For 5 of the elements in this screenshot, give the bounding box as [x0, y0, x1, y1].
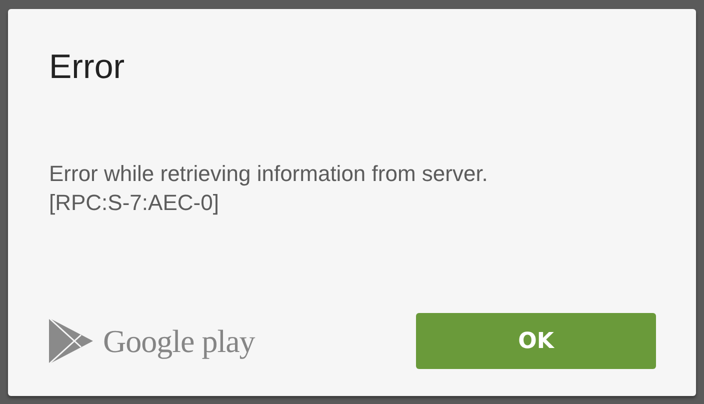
dialog-title: Error	[49, 47, 126, 87]
play-triangle-icon	[49, 318, 93, 364]
ok-button[interactable]: OK	[416, 313, 656, 369]
error-message: Error while retrieving information from server. [RPC:S-7:AEC-0]	[49, 160, 489, 217]
brand-name: Google play	[103, 322, 255, 360]
